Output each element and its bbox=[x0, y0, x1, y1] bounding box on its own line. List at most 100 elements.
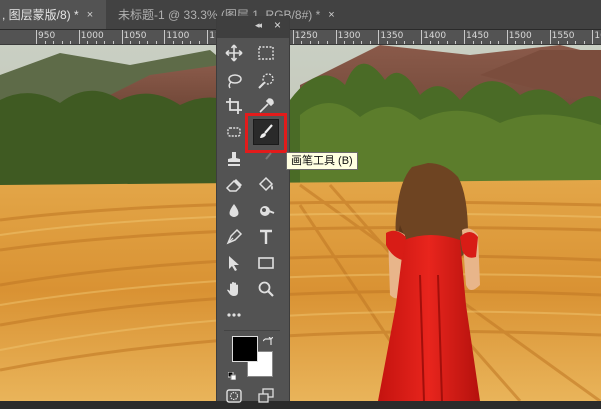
ruler-major-tick bbox=[79, 30, 80, 44]
ruler-label: 1250 bbox=[295, 31, 318, 41]
lasso-icon bbox=[225, 72, 243, 90]
document-tab-bar: , 图层蒙版/8) * × 未标题-1 @ 33.3% (图层 1, RGB/8… bbox=[0, 0, 601, 30]
ruler-minor-tick bbox=[70, 41, 71, 44]
screen-mode-button[interactable] bbox=[253, 383, 279, 409]
collapse-panel-icon[interactable]: ◂◂ bbox=[255, 20, 260, 31]
hand-icon bbox=[225, 280, 243, 298]
ruler-label: 1350 bbox=[380, 31, 403, 41]
ruler-minor-tick bbox=[190, 41, 191, 44]
ruler-minor-tick bbox=[130, 41, 131, 44]
screen-mode-icon bbox=[258, 388, 274, 404]
magnifier-icon bbox=[257, 280, 275, 298]
ruler-major-tick bbox=[207, 30, 208, 44]
move-icon bbox=[225, 44, 243, 62]
document-canvas[interactable] bbox=[0, 45, 601, 401]
quick-selection-tool[interactable] bbox=[253, 68, 279, 94]
ruler-minor-tick bbox=[404, 41, 405, 44]
canvas-photo bbox=[0, 45, 601, 401]
lasso-tool[interactable] bbox=[221, 68, 247, 94]
ruler-major-tick bbox=[36, 30, 37, 44]
rectangular-marquee-icon bbox=[257, 44, 275, 62]
ruler-minor-tick bbox=[156, 41, 157, 44]
ruler-minor-tick bbox=[370, 41, 371, 44]
pen-tool[interactable] bbox=[221, 224, 247, 250]
ruler-minor-tick bbox=[455, 41, 456, 44]
paint-bucket-tool[interactable] bbox=[253, 172, 279, 198]
ruler-minor-tick bbox=[104, 41, 105, 44]
ruler-minor-tick bbox=[413, 41, 414, 44]
ruler-major-tick bbox=[378, 30, 379, 44]
ruler-minor-tick bbox=[301, 41, 302, 44]
ruler-minor-tick bbox=[473, 41, 474, 44]
ruler-minor-tick bbox=[490, 41, 491, 44]
crop-tool[interactable] bbox=[221, 93, 247, 119]
ruler-label: 1100 bbox=[166, 31, 189, 41]
ruler-minor-tick bbox=[182, 41, 183, 44]
document-tab-active[interactable]: , 图层蒙版/8) * × bbox=[0, 0, 106, 29]
ruler-minor-tick bbox=[344, 41, 345, 44]
quick-mask-button[interactable] bbox=[221, 383, 247, 409]
ruler-minor-tick bbox=[173, 41, 174, 44]
ruler-label: 1450 bbox=[466, 31, 489, 41]
tools-divider bbox=[224, 330, 280, 331]
history-brush-tool[interactable] bbox=[253, 146, 279, 172]
ruler-minor-tick bbox=[96, 41, 97, 44]
path-selection-tool[interactable] bbox=[221, 250, 247, 276]
tab-close-icon[interactable]: × bbox=[87, 9, 93, 21]
ruler-minor-tick bbox=[447, 41, 448, 44]
ruler-label: 950 bbox=[38, 31, 55, 41]
ruler-minor-tick bbox=[310, 41, 311, 44]
swap-colors-icon[interactable] bbox=[263, 334, 273, 344]
ruler-major-tick bbox=[336, 30, 337, 44]
ruler-minor-tick bbox=[113, 41, 114, 44]
marquee-tool[interactable] bbox=[253, 40, 279, 66]
stamp-icon bbox=[225, 150, 243, 168]
ruler-minor-tick bbox=[318, 41, 319, 44]
ruler-minor-tick bbox=[438, 41, 439, 44]
blur-drop-icon bbox=[225, 202, 243, 220]
dodge-tool[interactable] bbox=[253, 198, 279, 224]
default-colors-icon[interactable] bbox=[228, 367, 236, 375]
ruler-minor-tick bbox=[139, 41, 140, 44]
ruler-minor-tick bbox=[558, 41, 559, 44]
ruler-minor-tick bbox=[515, 41, 516, 44]
close-panel-icon[interactable]: × bbox=[274, 18, 281, 32]
ruler-label: 1600 bbox=[594, 31, 601, 41]
healing-brush-tool[interactable] bbox=[221, 119, 247, 145]
clone-stamp-tool[interactable] bbox=[221, 146, 247, 172]
ruler-minor-tick bbox=[430, 41, 431, 44]
ruler-minor-tick bbox=[62, 41, 63, 44]
eraser-icon bbox=[225, 176, 243, 194]
paint-bucket-icon bbox=[257, 176, 275, 194]
tools-panel-header[interactable]: ◂◂ × bbox=[217, 16, 289, 38]
horizontal-ruler[interactable]: 9501000105011001150120012501300135014001… bbox=[0, 30, 601, 45]
ruler-minor-tick bbox=[361, 41, 362, 44]
ruler-minor-tick bbox=[481, 41, 482, 44]
eraser-tool[interactable] bbox=[221, 172, 247, 198]
ruler-major-tick bbox=[592, 30, 593, 44]
ruler-label: 1500 bbox=[509, 31, 532, 41]
move-tool[interactable] bbox=[221, 40, 247, 66]
blur-tool[interactable] bbox=[221, 198, 247, 224]
ruler-minor-tick bbox=[147, 41, 148, 44]
ruler-minor-tick bbox=[532, 41, 533, 44]
ruler-major-tick bbox=[421, 30, 422, 44]
edit-toolbar-button[interactable] bbox=[221, 302, 247, 328]
more-dots-icon bbox=[225, 306, 243, 324]
history-brush-icon bbox=[257, 150, 275, 168]
tab-title: , 图层蒙版/8) * bbox=[2, 6, 79, 23]
ruler-label: 1400 bbox=[423, 31, 446, 41]
type-tool[interactable] bbox=[253, 224, 279, 250]
rectangle-tool[interactable] bbox=[253, 250, 279, 276]
ruler-minor-tick bbox=[45, 41, 46, 44]
quick-mask-icon bbox=[226, 388, 242, 404]
foreground-color-swatch[interactable] bbox=[232, 336, 258, 362]
ruler-minor-tick bbox=[584, 41, 585, 44]
ruler-major-tick bbox=[293, 30, 294, 44]
type-icon bbox=[257, 228, 275, 246]
zoom-tool[interactable] bbox=[253, 276, 279, 302]
ruler-major-tick bbox=[464, 30, 465, 44]
ruler-major-tick bbox=[507, 30, 508, 44]
hand-tool[interactable] bbox=[221, 276, 247, 302]
tab-close-icon[interactable]: × bbox=[328, 9, 334, 21]
